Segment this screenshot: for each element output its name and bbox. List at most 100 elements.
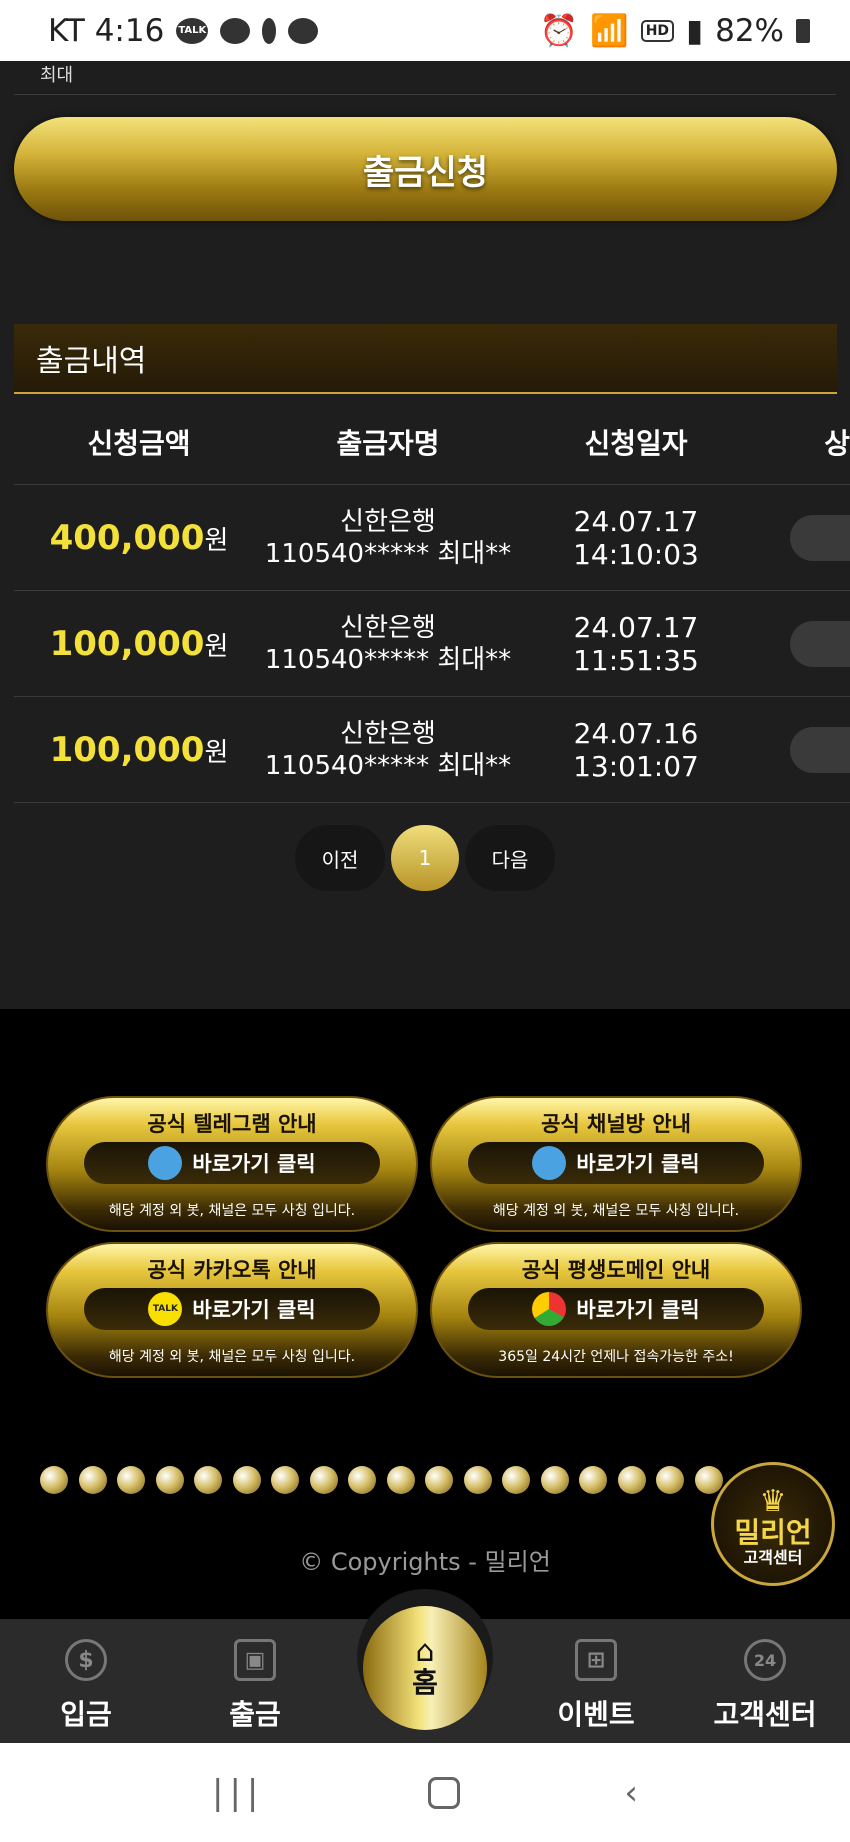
nav-event[interactable]: ⊞ 이벤트 (526, 1619, 666, 1743)
provider-logo (78, 1466, 107, 1494)
kakaotalk-icon: TALK (148, 1292, 183, 1326)
shortcut-button[interactable]: TALK 바로가기 클릭 (84, 1288, 380, 1330)
provider-logo (117, 1466, 145, 1494)
badge-label: 고객센터 (743, 1548, 803, 1567)
battery-percent: 82% (715, 12, 784, 49)
status-pill (790, 514, 850, 561)
back-icon[interactable]: ‹ (624, 1773, 638, 1813)
nav-deposit[interactable]: $ 입금 (16, 1619, 156, 1743)
kakaotalk-icon: TALK (176, 17, 209, 44)
signal-icon: ▮ (686, 12, 704, 49)
nav-label: 홈 (412, 1666, 438, 1699)
provider-logo (309, 1466, 338, 1494)
nav-label: 고객센터 (713, 1698, 817, 1731)
chrome-icon (532, 1292, 567, 1326)
nav-label: 출금 (229, 1698, 281, 1731)
table-row: 100,000원 신한은행 110540***** 최대** 24.07.17 1… (14, 591, 850, 697)
message-icon (220, 17, 251, 44)
next-page-button[interactable]: 다음 (465, 825, 555, 891)
date-cell: 24.07.17 14:10:03 (573, 504, 699, 571)
amount-cell: 100,000원 (14, 730, 264, 770)
provider-logo (386, 1466, 415, 1494)
account-cell: 신한은행 110540***** 최대** (264, 612, 512, 676)
dollar-icon: $ (65, 1639, 107, 1681)
nav-withdraw[interactable]: ▣ 출금 (185, 1619, 325, 1743)
amount-value: 100,000 (49, 623, 205, 664)
account-info: 110540***** 최대** (264, 644, 512, 675)
bank-name: 신한은행 (340, 612, 436, 643)
divider (14, 94, 836, 95)
status-pill (790, 620, 850, 667)
hd-icon: HD (640, 19, 675, 42)
section-header: 출금내역 (14, 324, 837, 394)
telegram-banner[interactable]: 공식 텔레그램 안내 바로가기 클릭 해당 계정 외 봇, 채널은 모두 사칭 … (46, 1096, 418, 1232)
shortcut-button[interactable]: 바로가기 클릭 (468, 1288, 764, 1330)
wifi-icon: 📶 (590, 13, 629, 49)
amount-value: 100,000 (49, 729, 205, 770)
domain-banner[interactable]: 공식 평생도메인 안내 바로가기 클릭 365일 24시간 언제나 접속가능한 … (430, 1242, 802, 1378)
provider-logo (656, 1466, 684, 1494)
date-cell: 24.07.16 13:01:07 (573, 716, 699, 783)
banner-title: 공식 채널방 안내 (541, 1112, 691, 1136)
account-cell: 신한은행 110540***** 최대** (264, 506, 512, 570)
provider-logo (463, 1466, 492, 1494)
provider-logo (617, 1466, 646, 1494)
banner-subtitle: 해당 계정 외 봇, 채널은 모두 사칭 입니다. (492, 1203, 740, 1219)
pagination: 이전 1 다음 (0, 825, 850, 891)
kakaotalk-banner[interactable]: 공식 카카오톡 안내 TALK 바로가기 클릭 해당 계정 외 봇, 채널은 모두… (46, 1242, 418, 1378)
shortcut-label: 바로가기 클릭 (576, 1152, 700, 1176)
home-icon: ⌂ (415, 1634, 435, 1669)
home-square-icon[interactable] (428, 1776, 461, 1809)
wallet-icon: ▣ (234, 1639, 276, 1681)
shortcut-button[interactable]: 바로가기 클릭 (468, 1142, 764, 1184)
provider-logo (694, 1466, 723, 1494)
gift-icon: ⊞ (575, 1639, 617, 1681)
banner-subtitle: 해당 계정 외 봇, 채널은 모두 사칭 입니다. (108, 1203, 356, 1219)
amount-unit: 원 (204, 525, 229, 556)
notification-icon (262, 17, 277, 44)
status-pill (790, 726, 850, 773)
prev-page-button[interactable]: 이전 (295, 825, 385, 891)
amount-value: 400,000 (49, 517, 205, 558)
column-date: 신청일자 (584, 426, 688, 460)
table-row: 100,000원 신한은행 110540***** 최대** 24.07.16 1… (14, 697, 850, 803)
amount-unit: 원 (204, 631, 229, 662)
provider-logos (40, 1466, 723, 1494)
customer-center-badge[interactable]: ♛ 밀리언 고객센터 (711, 1462, 835, 1586)
table-row: 400,000원 신한은행 110540***** 최대** 24.07.17 1… (14, 485, 850, 591)
channel-banner[interactable]: 공식 채널방 안내 바로가기 클릭 해당 계정 외 봇, 채널은 모두 사칭 입… (430, 1096, 802, 1232)
banner-title: 공식 카카오톡 안내 (147, 1258, 317, 1282)
table-header: 신청금액 출금자명 신청일자 상 (14, 399, 850, 485)
recents-icon[interactable]: ||| (212, 1773, 264, 1813)
system-nav-bar: ||| ‹ (0, 1743, 850, 1842)
nav-home[interactable]: ⌂ 홈 (363, 1606, 487, 1730)
brand-name: 밀리언 (734, 1516, 812, 1549)
status-bar: KT 4:16 TALK ⏰ 📶 HD ▮ 82% (0, 0, 850, 61)
withdraw-request-button[interactable]: 출금신청 (14, 117, 837, 221)
provider-logo (502, 1466, 530, 1494)
page-1-button[interactable]: 1 (391, 825, 459, 891)
section-title: 출금내역 (36, 344, 147, 379)
amount-cell: 400,000원 (14, 518, 264, 558)
account-info: 110540***** 최대** (264, 538, 512, 569)
date-cell: 24.07.17 11:51:35 (573, 610, 699, 677)
provider-logo (194, 1466, 222, 1494)
amount-unit: 원 (204, 737, 229, 768)
nav-label: 이벤트 (557, 1698, 635, 1731)
nav-support[interactable]: 24 고객센터 (695, 1619, 835, 1743)
nav-label: 입금 (60, 1698, 112, 1731)
amount-cell: 100,000원 (14, 624, 264, 664)
shortcut-label: 바로가기 클릭 (192, 1298, 316, 1322)
column-status: 상 (824, 426, 850, 460)
crown-icon: ♛ (759, 1484, 787, 1519)
provider-logo (348, 1466, 376, 1494)
shortcut-button[interactable]: 바로가기 클릭 (84, 1142, 380, 1184)
provider-logo (271, 1466, 299, 1494)
carrier-time: KT 4:16 (48, 12, 165, 49)
banner-subtitle: 365일 24시간 언제나 접속가능한 주소! (498, 1349, 734, 1365)
shortcut-label: 바로가기 클릭 (192, 1152, 316, 1176)
chat-icon (288, 17, 319, 44)
support-24-icon: 24 (744, 1639, 786, 1681)
account-cell: 신한은행 110540***** 최대** (264, 718, 512, 782)
battery-icon (796, 18, 810, 43)
